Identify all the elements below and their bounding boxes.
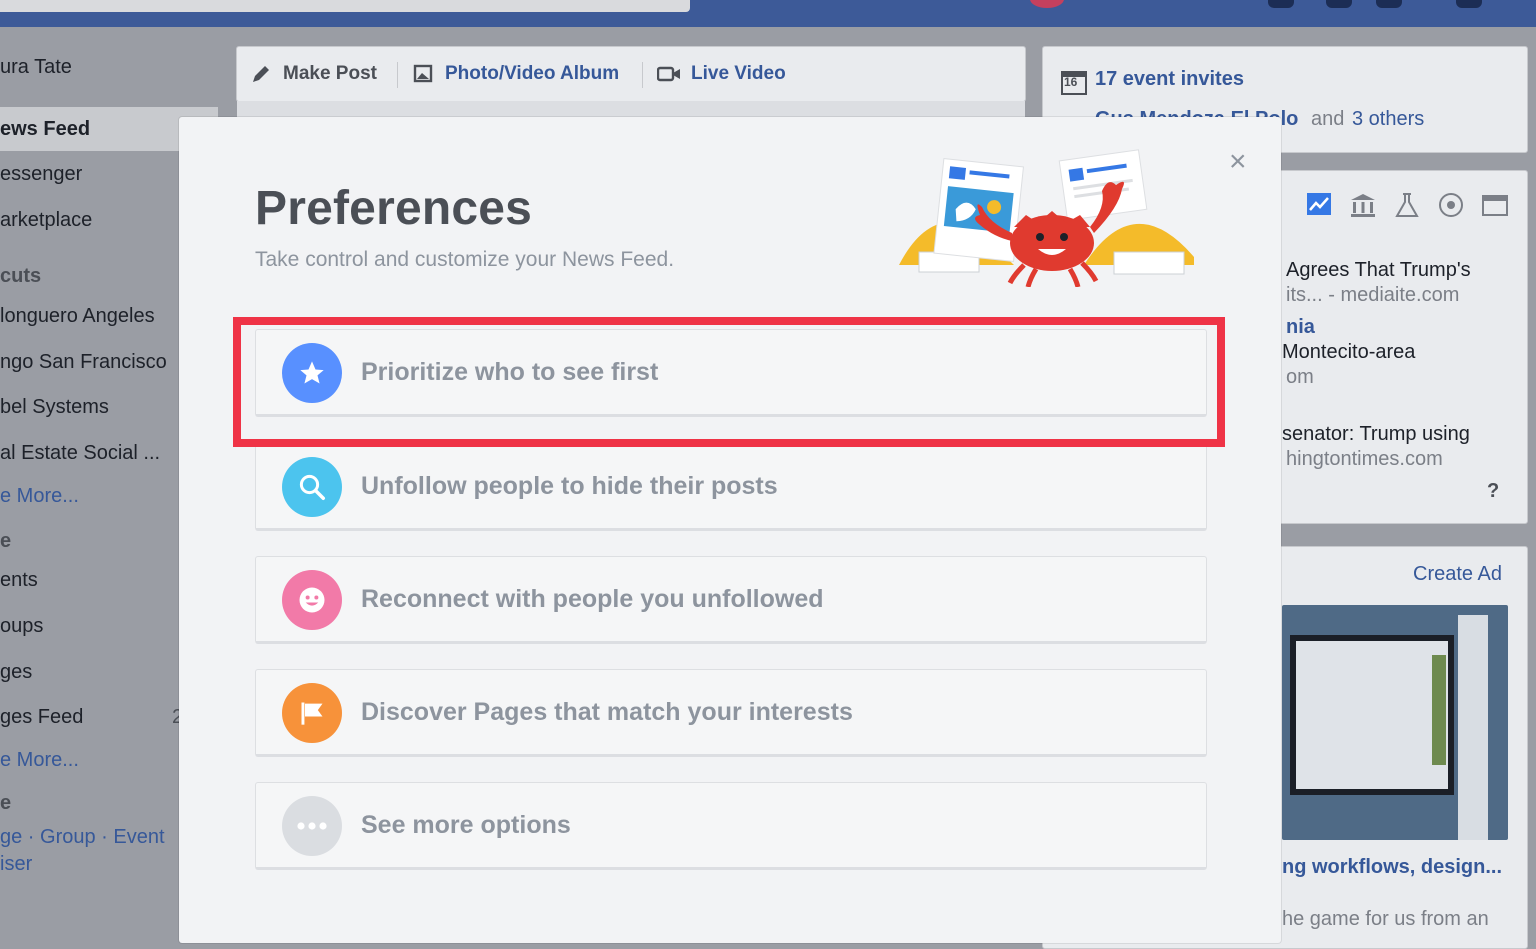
more-icon [297, 822, 327, 830]
trending-topic[interactable]: nia [1286, 316, 1315, 339]
photo-album-label: Photo/Video Album [445, 63, 620, 84]
help-icon[interactable] [1456, 0, 1482, 8]
see-more-options-label: See more options [361, 811, 571, 839]
messages-icon[interactable] [1326, 0, 1352, 8]
trending-headline[interactable]: Agrees That Trump's [1286, 259, 1471, 282]
search-input[interactable] [0, 0, 690, 12]
sidebar-item-messenger[interactable]: essenger [0, 163, 82, 186]
sidebar-create-links[interactable]: ge · Group · Event [0, 826, 165, 849]
reconnect-option[interactable]: Reconnect with people you unfollowed [255, 556, 1207, 644]
dialog-title: Preferences [255, 182, 533, 235]
help-question-mark[interactable]: ? [1487, 480, 1499, 503]
photo-album-icon [413, 64, 433, 83]
search-icon [299, 474, 325, 500]
smiley-icon [299, 587, 325, 613]
close-icon[interactable]: × [1229, 147, 1247, 177]
trending-source: its... - mediaite.com [1286, 284, 1460, 306]
ad-title[interactable]: ng workflows, design... [1282, 856, 1502, 879]
ad-text: he game for us from an [1282, 908, 1489, 930]
sidebar-create-fundraiser[interactable]: iser [0, 853, 32, 876]
event-and-text: and [1311, 108, 1345, 130]
sidebar-section-create: e [0, 792, 12, 814]
photo-album-tab[interactable]: Photo/Video Album [413, 63, 619, 85]
sidebar-item-marketplace[interactable]: arketplace [0, 209, 92, 232]
video-camera-icon [657, 66, 680, 82]
prioritize-option[interactable]: Prioritize who to see first [255, 329, 1207, 417]
sidebar-item-events[interactable]: ents [0, 569, 38, 592]
option-icon-circle [282, 457, 342, 517]
avatar[interactable] [1030, 0, 1064, 8]
preferences-dialog: × Preferences Take control and customize… [179, 117, 1281, 943]
trending-headline[interactable]: senator: Trump using [1282, 423, 1470, 446]
live-video-label: Live Video [691, 63, 786, 84]
post-composer: Make Post Photo/Video Album Live Video [236, 46, 1026, 121]
option-icon-circle [282, 796, 342, 856]
science-icon[interactable] [1394, 192, 1420, 218]
sports-icon[interactable] [1438, 192, 1464, 218]
option-icon-circle [282, 683, 342, 743]
make-post-label: Make Post [283, 63, 377, 84]
sidebar-section-explore: e [0, 530, 12, 552]
trending-headline[interactable]: Montecito-area [1282, 341, 1415, 364]
sidebar-see-more-link[interactable]: e More... [0, 749, 79, 772]
sidebar-item-profile[interactable]: ura Tate [0, 56, 72, 79]
make-post-tab[interactable]: Make Post [251, 63, 377, 85]
unfollow-label: Unfollow people to hide their posts [361, 472, 778, 500]
sidebar-see-more-link[interactable]: e More... [0, 485, 79, 508]
discover-pages-option[interactable]: Discover Pages that match your interests [255, 669, 1207, 757]
prioritize-label: Prioritize who to see first [361, 358, 659, 386]
reconnect-label: Reconnect with people you unfollowed [361, 585, 824, 613]
unfollow-option[interactable]: Unfollow people to hide their posts [255, 443, 1207, 531]
ad-image[interactable] [1282, 605, 1508, 840]
option-icon-circle [282, 570, 342, 630]
sidebar-item-pages-feed[interactable]: ges Feed [0, 706, 83, 729]
trending-icon[interactable] [1306, 192, 1332, 218]
sidebar-item-groups[interactable]: oups [0, 615, 43, 638]
flag-icon [301, 702, 323, 725]
politics-icon[interactable] [1350, 192, 1376, 218]
notifications-icon[interactable] [1376, 0, 1402, 8]
sidebar-item-shortcut[interactable]: al Estate Social ... [0, 442, 160, 465]
star-icon [300, 361, 324, 384]
pencil-icon [253, 66, 269, 82]
calendar-day: 16 [1064, 75, 1078, 89]
top-navigation-bar [0, 0, 1536, 27]
see-more-options[interactable]: See more options [255, 782, 1207, 870]
create-ad-link[interactable]: Create Ad [1413, 563, 1502, 586]
sidebar-section-shortcuts: cuts [0, 265, 42, 287]
event-others-link[interactable]: 3 others [1352, 108, 1424, 131]
discover-pages-label: Discover Pages that match your interests [361, 698, 853, 726]
event-invites-link[interactable]: 17 event invites [1095, 68, 1244, 91]
sidebar-item-shortcut[interactable]: longuero Angeles [0, 305, 155, 328]
sidebar-item-shortcut[interactable]: bel Systems [0, 396, 109, 419]
trending-source: om [1286, 366, 1314, 388]
entertainment-icon[interactable] [1482, 192, 1508, 218]
dialog-subtitle: Take control and customize your News Fee… [255, 248, 675, 271]
friends-icon[interactable] [1268, 0, 1294, 8]
live-video-tab[interactable]: Live Video [657, 63, 786, 85]
sidebar-item-pages[interactable]: ges [0, 661, 32, 684]
trending-source: hingtontimes.com [1286, 448, 1443, 470]
sidebar-item-shortcut[interactable]: ngo San Francisco [0, 351, 167, 374]
crab-illustration [899, 149, 1194, 287]
option-icon-circle [282, 343, 342, 403]
